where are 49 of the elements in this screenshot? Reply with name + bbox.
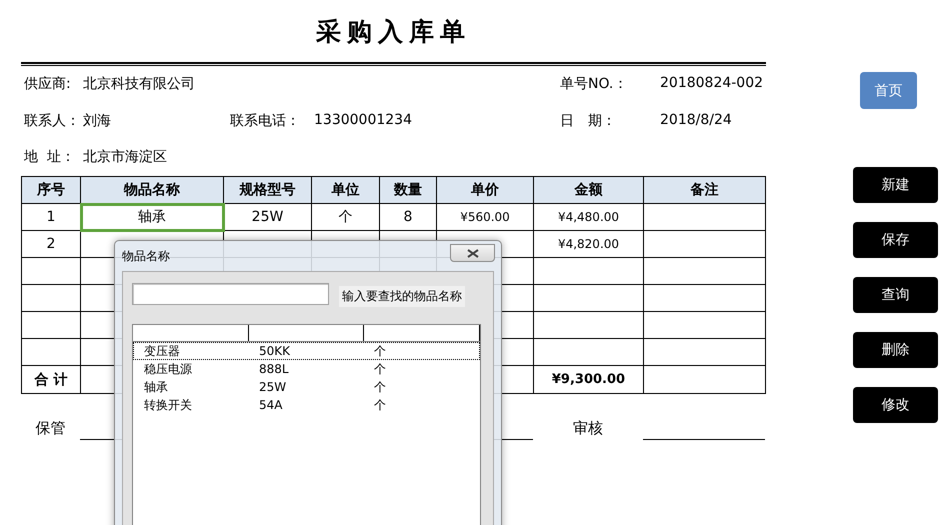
action-button[interactable]: 删除: [853, 332, 938, 368]
field-value: 北京市海淀区: [83, 148, 167, 166]
close-button[interactable]: [450, 244, 495, 262]
column-header: 备注: [644, 176, 766, 204]
field-value: 北京科技有限公司: [83, 75, 195, 94]
field-label: 供应商:: [24, 75, 72, 94]
table-cell: 25W: [224, 204, 312, 230]
column-header: 单位: [312, 176, 380, 204]
signature-label: 审核: [572, 419, 604, 439]
table-cell: 轴承: [80, 204, 224, 230]
list-item[interactable]: 稳压电源 888L 个: [133, 360, 480, 378]
table-cell: ¥4,820.00: [534, 230, 644, 258]
field-label: 单号NO.：: [560, 75, 628, 94]
list-item[interactable]: 转换开关 54A 个: [133, 396, 480, 414]
action-button[interactable]: 保存: [853, 222, 938, 258]
column-header: 序号: [22, 176, 80, 204]
list-item[interactable]: 变压器 50KK 个: [133, 342, 480, 360]
dialog-title: 物品名称: [122, 248, 170, 264]
table-cell: ¥560.00: [436, 204, 534, 230]
table-cell: 个: [312, 204, 380, 230]
action-button[interactable]: 查询: [853, 277, 938, 313]
field-label: 联系电话：: [230, 112, 301, 130]
column-header: 数量: [380, 176, 436, 204]
column-header: 规格型号: [224, 176, 312, 204]
field-value: 2018/8/24: [660, 112, 732, 130]
action-button[interactable]: 新建: [853, 167, 938, 203]
table-cell: 2: [22, 230, 80, 258]
home-button[interactable]: 首页: [860, 72, 917, 109]
field-label: 联系人：: [24, 112, 81, 130]
list-item[interactable]: 轴承 25W 个: [133, 378, 480, 396]
field-label: 日 期：: [560, 112, 617, 130]
table-cell: ¥4,480.00: [534, 204, 644, 230]
field-label: 地 址：: [24, 148, 76, 166]
total-label: 合 计: [22, 366, 80, 394]
table-cell: 8: [380, 204, 436, 230]
field-value: 13300001234: [314, 112, 412, 130]
action-button[interactable]: 修改: [853, 387, 938, 423]
form-title: 采购入库单: [315, 16, 472, 48]
total-amount: ¥9,300.00: [534, 366, 644, 394]
search-field[interactable]: [132, 282, 329, 304]
close-icon: [466, 248, 478, 258]
search-hint: 输入要查找的物品名称: [339, 286, 465, 307]
signature-label: 保管: [34, 419, 66, 439]
table-cell: 1: [22, 204, 80, 230]
column-header: 金额: [534, 176, 644, 204]
column-header: 单价: [436, 176, 534, 204]
field-value: 刘海: [83, 112, 111, 130]
column-header: 物品名称: [80, 176, 224, 204]
field-value: 20180824-002: [660, 75, 764, 94]
